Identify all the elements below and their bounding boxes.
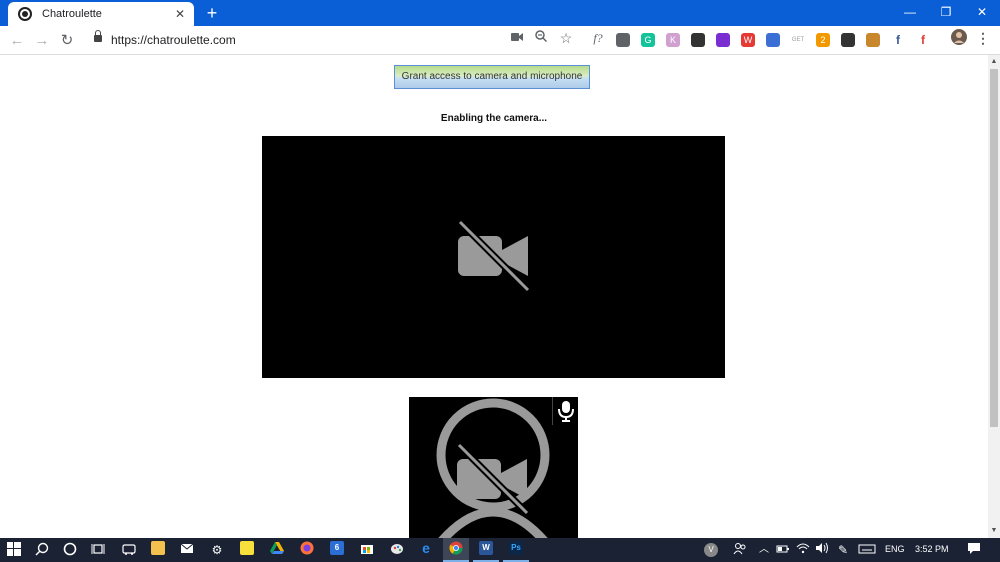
back-button[interactable]: ← xyxy=(6,30,28,52)
show-hidden-icons-icon[interactable]: ︿ xyxy=(756,542,772,558)
minimize-button[interactable]: — xyxy=(892,0,928,24)
close-window-button[interactable]: ✕ xyxy=(964,0,1000,24)
grammarly-icon[interactable]: G xyxy=(641,33,655,47)
new-tab-button[interactable]: + xyxy=(202,3,222,23)
formula-ext-icon[interactable]: f? xyxy=(589,29,607,47)
page-scrollbar[interactable]: ▲ ▼ xyxy=(988,55,1000,538)
shield-ext-icon[interactable] xyxy=(766,33,780,47)
user-tray-avatar[interactable]: V xyxy=(704,543,718,557)
browser-titlebar: Chatroulette ✕ + — ❐ ✕ xyxy=(0,0,1000,26)
edge-icon[interactable]: e xyxy=(419,541,433,555)
restore-button[interactable]: ❐ xyxy=(928,0,964,24)
camera-blocked-icon[interactable] xyxy=(508,29,526,47)
facebook-ext-icon[interactable]: f xyxy=(891,33,905,47)
paint-icon[interactable] xyxy=(390,541,404,555)
menu-kebab-icon[interactable]: ⋮ xyxy=(974,29,992,47)
cookie-ext-icon[interactable] xyxy=(866,33,880,47)
red-ext-icon[interactable]: W xyxy=(741,33,755,47)
cortana-icon[interactable] xyxy=(62,542,78,558)
browser-toolbar: ← → ↻ https://chatroulette.com ☆ f? GK W G… xyxy=(0,26,1000,55)
wifi-icon[interactable] xyxy=(795,542,811,558)
download-ext-icon[interactable] xyxy=(716,33,730,47)
profile-avatar[interactable] xyxy=(950,29,968,47)
scroll-thumb[interactable] xyxy=(990,69,998,427)
forward-button[interactable]: → xyxy=(31,30,53,52)
zoom-icon[interactable] xyxy=(532,29,550,47)
bus-app-icon[interactable] xyxy=(121,542,137,558)
microphone-button[interactable] xyxy=(552,397,578,425)
store-icon[interactable] xyxy=(360,541,374,555)
scroll-down-icon[interactable]: ▼ xyxy=(990,526,998,536)
tab-close-icon[interactable]: ✕ xyxy=(172,6,188,22)
action-center-icon[interactable] xyxy=(966,542,982,558)
bookmark-star-icon[interactable]: ☆ xyxy=(557,29,575,47)
battery-icon[interactable] xyxy=(775,542,791,558)
keyboard-icon[interactable] xyxy=(858,542,876,558)
status-text: Enabling the camera... xyxy=(440,113,548,124)
getcrx-icon[interactable]: GET xyxy=(791,33,805,47)
microphone-icon xyxy=(558,401,574,422)
settings-gear-icon[interactable]: ⚙ xyxy=(209,542,225,558)
pip-icon[interactable] xyxy=(691,33,705,47)
scroll-up-icon[interactable]: ▲ xyxy=(990,57,998,67)
firefox-icon[interactable] xyxy=(300,541,314,555)
speaker-ext-icon[interactable] xyxy=(841,33,855,47)
tab-title: Chatroulette xyxy=(42,8,102,20)
flag-ext-icon[interactable]: 2 xyxy=(816,33,830,47)
remote-video xyxy=(262,136,725,378)
chrome-icon[interactable] xyxy=(449,541,463,555)
file-explorer-icon[interactable] xyxy=(151,541,165,555)
drive-icon[interactable] xyxy=(270,541,284,555)
word-icon[interactable]: W xyxy=(479,541,493,555)
task-view-icon[interactable] xyxy=(90,542,106,558)
f-red-ext-icon[interactable]: f xyxy=(916,33,930,47)
calendar-app-icon[interactable]: 6 xyxy=(330,541,344,555)
camera-off-icon xyxy=(457,220,531,292)
language-indicator[interactable]: ENG xyxy=(885,544,905,554)
reload-button[interactable]: ↻ xyxy=(56,30,78,52)
clock-time[interactable]: 3:52 PM xyxy=(915,544,949,554)
grant-access-button[interactable]: Grant access to camera and microphone xyxy=(394,65,590,89)
page-content: Grant access to camera and microphone En… xyxy=(0,55,988,538)
camera-ext-icon[interactable] xyxy=(616,33,630,47)
windows-taskbar: ⚙ 6 e W Ps V ︿ ✎ ENG 3:52 PM xyxy=(0,538,1000,562)
browser-tab[interactable]: Chatroulette ✕ xyxy=(8,2,194,26)
search-icon[interactable] xyxy=(34,542,50,558)
url-text: https://chatroulette.com xyxy=(111,33,236,47)
self-video xyxy=(409,397,578,538)
lock-icon xyxy=(94,30,102,42)
photoshop-icon[interactable]: Ps xyxy=(509,541,523,555)
mail-icon[interactable] xyxy=(179,542,195,558)
pen-icon[interactable]: ✎ xyxy=(835,542,851,558)
k-ext-icon[interactable]: K xyxy=(666,33,680,47)
chatroulette-favicon-icon xyxy=(18,7,32,21)
sticky-notes-icon[interactable] xyxy=(240,541,254,555)
people-icon[interactable] xyxy=(732,542,748,558)
volume-icon[interactable] xyxy=(814,542,830,558)
self-camera-off-icon xyxy=(456,443,530,515)
windows-start-icon[interactable] xyxy=(6,542,22,558)
